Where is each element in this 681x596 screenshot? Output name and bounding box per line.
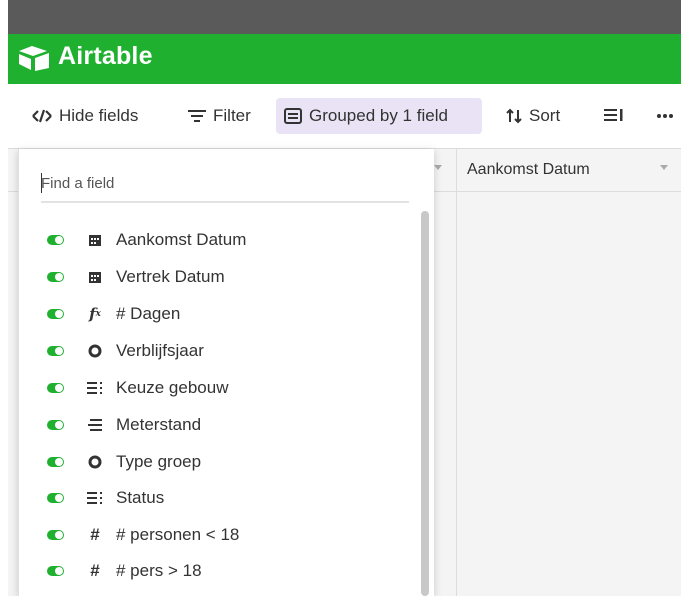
group-button[interactable]: Grouped by 1 field (276, 98, 482, 134)
field-row[interactable]: Type groep (47, 447, 201, 477)
window-title-strip (0, 0, 681, 34)
visibility-toggle[interactable] (47, 420, 64, 430)
formula-icon: fx (89, 305, 101, 323)
number-icon: # (90, 561, 100, 580)
field-row[interactable]: Keuze gebouw (47, 373, 228, 403)
column-divider (456, 149, 457, 596)
field-label: Meterstand (116, 415, 202, 434)
multi-select-icon (86, 381, 104, 395)
app-name: Airtable (58, 42, 153, 70)
field-label: Verblijfsjaar (116, 341, 204, 360)
long-text-icon (86, 418, 104, 432)
visibility-toggle[interactable] (47, 457, 64, 467)
field-label: # personen < 18 (116, 525, 240, 544)
view-toolbar: Hide fields Filter Grouped by 1 field So… (8, 84, 681, 149)
visibility-toggle[interactable] (47, 272, 64, 282)
single-select-icon (86, 344, 104, 358)
visibility-toggle[interactable] (47, 383, 64, 393)
calendar-icon (86, 270, 104, 284)
visibility-toggle[interactable] (47, 566, 64, 576)
sort-label: Sort (529, 106, 561, 125)
visibility-toggle[interactable] (47, 346, 64, 356)
group-icon (284, 108, 302, 124)
visibility-toggle[interactable] (47, 493, 64, 503)
ellipsis-icon (656, 113, 674, 119)
column-header-aankomst-datum[interactable]: Aankomst Datum (467, 161, 590, 179)
field-label: Status (116, 488, 165, 507)
airtable-logo-icon (19, 46, 49, 71)
field-row[interactable]: # # personen < 18 (47, 520, 239, 550)
hide-fields-panel: Aankomst Datum Vertrek Datum fx # Dagen … (18, 149, 434, 596)
more-button[interactable] (648, 98, 681, 134)
app-header: Airtable (8, 34, 681, 84)
sort-icon (506, 108, 522, 124)
text-cursor (41, 173, 42, 193)
field-label: Type groep (116, 452, 202, 471)
multi-select-icon (86, 491, 104, 505)
find-field-input[interactable] (41, 165, 409, 203)
field-row[interactable]: Aankomst Datum (47, 225, 246, 255)
field-row[interactable]: Meterstand (47, 410, 201, 440)
visibility-toggle[interactable] (47, 235, 64, 245)
visibility-toggle[interactable] (47, 530, 64, 540)
field-row[interactable]: Verblijfsjaar (47, 336, 204, 366)
filter-button[interactable]: Filter (180, 98, 259, 134)
field-label: Aankomst Datum (116, 230, 247, 249)
row-height-button[interactable] (596, 98, 639, 134)
single-select-icon (86, 455, 104, 469)
field-label: # Dagen (116, 304, 181, 323)
field-label: # pers > 18 (116, 561, 202, 580)
field-row[interactable]: Status (47, 483, 164, 513)
filter-label: Filter (213, 106, 251, 125)
sort-button[interactable]: Sort (498, 98, 568, 134)
field-row[interactable]: Vertrek Datum (47, 262, 225, 292)
hide-fields-label: Hide fields (59, 106, 139, 125)
calendar-icon (86, 233, 104, 247)
eye-slash-icon (32, 109, 52, 123)
row-height-icon (604, 108, 624, 124)
group-label: Grouped by 1 field (309, 106, 448, 125)
visibility-toggle[interactable] (47, 309, 64, 319)
number-icon: # (90, 525, 100, 544)
field-label: Keuze gebouw (116, 378, 229, 397)
field-label: Vertrek Datum (116, 267, 225, 286)
hide-fields-button[interactable]: Hide fields (24, 98, 146, 134)
column-menu-caret-icon[interactable] (660, 165, 668, 170)
screenshot-margin (0, 0, 8, 596)
column-menu-caret-icon[interactable] (434, 165, 442, 170)
filter-icon (188, 109, 206, 123)
field-row[interactable]: fx # Dagen (47, 299, 180, 329)
field-row[interactable]: # # pers > 18 (47, 556, 202, 586)
panel-scrollbar[interactable] (421, 211, 429, 596)
